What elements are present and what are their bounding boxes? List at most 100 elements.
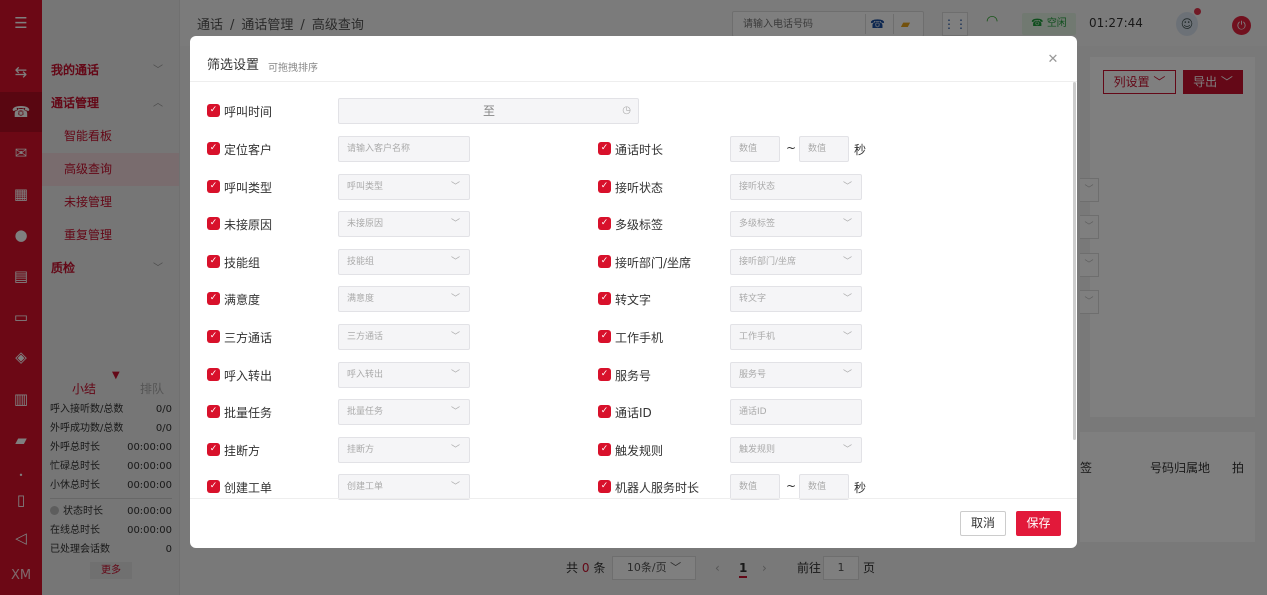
checkbox-checked[interactable]: ✓ (207, 254, 220, 268)
field-label: 触发规则 (615, 443, 664, 458)
placeholder-text: 批量任务 (347, 407, 384, 418)
text-input[interactable]: 请输入客户名称 (338, 136, 470, 162)
placeholder-text: 技能组 (347, 256, 375, 267)
select-field[interactable]: 呼入转出 ﹀ (338, 361, 470, 388)
placeholder-text: 请输入客户名称 (347, 144, 411, 154)
filter-field: ✓ 创建工单 创建工单 ﹀ (207, 474, 487, 501)
checkbox-checked[interactable]: ✓ (207, 292, 220, 306)
select-field[interactable]: 转文字 ﹀ (730, 286, 862, 313)
close-icon[interactable]: ✕ (1047, 53, 1059, 66)
checkbox-checked[interactable]: ✓ (598, 330, 611, 343)
field-label: 服务号 (615, 368, 652, 383)
chevron-down-icon: ﹀ (450, 181, 460, 192)
field-label: 挂断方 (224, 443, 261, 458)
filter-field: ✓ 满意度 满意度 ﹀ (207, 286, 487, 313)
chevron-down-icon: ﹀ (842, 219, 852, 230)
checkbox-checked[interactable]: ✓ (598, 480, 611, 494)
placeholder-text: 接听状态 (739, 181, 776, 192)
placeholder-text: 通话ID (739, 407, 767, 418)
select-field[interactable]: 多级标签 ﹀ (730, 211, 862, 238)
filter-field: ✓ 三方通话 三方通话 ﹀ (207, 324, 487, 350)
checkbox-checked[interactable]: ✓ (207, 330, 220, 343)
placeholder-text: 创建工单 (347, 482, 384, 493)
cancel-button[interactable]: 取消 (960, 511, 1006, 536)
field-label: 呼叫类型 (224, 180, 273, 195)
checkbox-checked[interactable]: ✓ (207, 104, 220, 117)
text-input[interactable]: 通话ID (730, 399, 862, 426)
unit-label: 秒 (854, 481, 867, 496)
checkbox-checked[interactable]: ✓ (598, 179, 611, 193)
filter-field: ✓ 呼叫类型 呼叫类型 ﹀ (207, 173, 487, 200)
checkbox-checked[interactable]: ✓ (207, 367, 220, 381)
placeholder-text: 呼入转出 (347, 369, 384, 380)
checkbox-checked[interactable]: ✓ (207, 217, 220, 231)
placeholder-text: 工作手机 (739, 332, 776, 342)
select-field[interactable]: 呼叫类型 ﹀ (338, 173, 470, 200)
checkbox-checked[interactable]: ✓ (598, 217, 611, 231)
chevron-down-icon: ﹀ (842, 181, 852, 192)
select-field[interactable]: 创建工单 ﹀ (338, 474, 470, 501)
filter-field: ✓ 接听状态 接听状态 ﹀ (598, 173, 878, 200)
chevron-down-icon: ﹀ (450, 332, 460, 342)
field-label: 机器人服务时长 (615, 481, 700, 496)
select-field[interactable]: 接听状态 ﹀ (730, 173, 862, 200)
range-to-label: 至 (483, 104, 496, 118)
checkbox-checked[interactable]: ✓ (598, 405, 611, 419)
clock-icon: ◷ (622, 105, 631, 116)
placeholder-text: 触发规则 (739, 444, 776, 455)
select-field[interactable]: 未接原因 ﹀ (338, 211, 470, 238)
chevron-down-icon: ﹀ (842, 294, 852, 305)
field-label: 批量任务 (224, 406, 273, 421)
field-label: 满意度 (224, 293, 261, 308)
filter-field: ✓ 批量任务 批量任务 ﹀ (207, 399, 487, 426)
select-field[interactable]: 工作手机 ﹀ (730, 324, 862, 350)
checkbox-checked[interactable]: ✓ (598, 367, 611, 381)
checkbox-checked[interactable]: ✓ (598, 142, 611, 155)
field-label: 呼叫时间 (224, 105, 273, 119)
checkbox-checked[interactable]: ✓ (207, 405, 220, 419)
field-label: 三方通话 (224, 331, 273, 345)
checkbox-checked[interactable]: ✓ (207, 442, 220, 456)
checkbox-checked[interactable]: ✓ (598, 254, 611, 268)
field-label: 未接原因 (224, 218, 273, 233)
select-field[interactable]: 满意度 ﹀ (338, 286, 470, 313)
field-label: 通话时长 (615, 143, 664, 157)
checkbox-checked[interactable]: ✓ (598, 442, 611, 456)
filter-field: ✓ 技能组 技能组 ﹀ (207, 248, 487, 275)
checkbox-checked[interactable]: ✓ (207, 480, 220, 494)
filter-field: ✓ 未接原因 未接原因 ﹀ (207, 211, 487, 238)
checkbox-checked[interactable]: ✓ (598, 292, 611, 306)
placeholder-text: 转文字 (739, 294, 767, 305)
chevron-down-icon: ﹀ (450, 407, 460, 418)
chevron-down-icon: ﹀ (450, 369, 460, 380)
placeholder-text: 服务号 (739, 369, 767, 380)
filter-call-time: ✓ 呼叫时间 至 ◷ (207, 98, 657, 124)
chevron-down-icon: ﹀ (842, 369, 852, 380)
scrollbar[interactable] (1073, 82, 1076, 440)
select-field[interactable]: 批量任务 ﹀ (338, 399, 470, 426)
select-field[interactable]: 挂断方 ﹀ (338, 436, 470, 463)
range-max-input[interactable]: 数值 (799, 474, 849, 501)
select-field[interactable]: 触发规则 ﹀ (730, 436, 862, 463)
placeholder-text: 满意度 (347, 294, 375, 305)
range-min-input[interactable]: 数值 (730, 474, 780, 501)
filter-field: ✓ 通话ID 通话ID (598, 399, 878, 426)
select-field[interactable]: 技能组 ﹀ (338, 248, 470, 275)
dialog-subtitle: 可拖拽排序 (268, 63, 318, 74)
unit-label: 秒 (854, 143, 867, 157)
select-field[interactable]: 服务号 ﹀ (730, 361, 862, 388)
placeholder-text: 未接原因 (347, 219, 384, 230)
range-max-input[interactable]: 数值 (799, 136, 849, 162)
range-min-input[interactable]: 数值 (730, 136, 780, 162)
filter-field: ✓ 挂断方 挂断方 ﹀ (207, 436, 487, 463)
filter-field: ✓ 触发规则 触发规则 ﹀ (598, 436, 878, 463)
select-field[interactable]: 三方通话 ﹀ (338, 324, 470, 350)
filter-field: ✓ 定位客户 请输入客户名称 (207, 136, 487, 162)
select-field[interactable]: 接听部门/坐席 ﹀ (730, 248, 862, 275)
range-separator: ~ (786, 141, 797, 155)
checkbox-checked[interactable]: ✓ (207, 142, 220, 155)
placeholder-text: 挂断方 (347, 444, 375, 455)
save-button[interactable]: 保存 (1016, 511, 1061, 536)
checkbox-checked[interactable]: ✓ (207, 179, 220, 193)
date-range-picker[interactable]: 至 ◷ (338, 98, 639, 124)
